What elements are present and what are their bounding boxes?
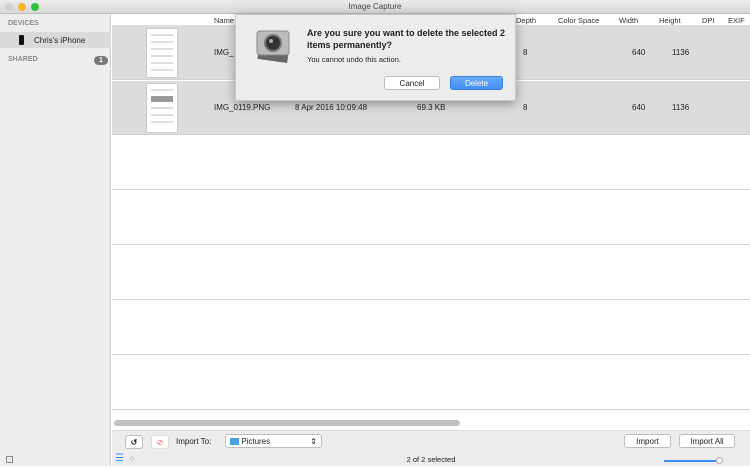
empty-row bbox=[112, 245, 750, 300]
minimize-button[interactable] bbox=[18, 3, 26, 11]
delete-confirm-dialog: Are you sure you want to delete the sele… bbox=[235, 14, 516, 101]
column-depth[interactable]: Depth bbox=[516, 16, 536, 25]
selection-status: 2 of 2 selected bbox=[406, 455, 456, 464]
sidebar-item-iphone[interactable]: Chris's iPhone bbox=[0, 32, 111, 48]
cell-depth: 8 bbox=[523, 48, 528, 57]
zoom-button[interactable] bbox=[31, 3, 39, 11]
empty-row bbox=[112, 136, 750, 190]
import-button[interactable]: Import bbox=[624, 434, 671, 448]
no-entry-icon: ⊘ bbox=[156, 438, 164, 447]
list-view-icon[interactable]: ☰ bbox=[115, 454, 124, 464]
empty-row bbox=[112, 355, 750, 410]
cell-size: 69.3 KB bbox=[417, 103, 446, 112]
delete-button[interactable]: ⊘ bbox=[151, 435, 169, 449]
chevron-updown-icon: ⇕ bbox=[310, 437, 317, 446]
title-bar: Image Capture bbox=[0, 0, 750, 14]
cell-name: IMG_ bbox=[214, 48, 234, 57]
thumbnail bbox=[146, 83, 178, 133]
thumbnail bbox=[146, 28, 178, 78]
destination-select[interactable]: Pictures ⇕ bbox=[225, 434, 322, 448]
shared-count-badge: 1 bbox=[94, 56, 108, 65]
dialog-message: You cannot undo this action. bbox=[307, 55, 401, 64]
import-to-label: Import To: bbox=[176, 437, 212, 446]
bottom-toolbar: ↺ ⊘ Import To: Pictures ⇕ Import Import … bbox=[112, 430, 750, 452]
status-bar: ☰ ⁘ 2 of 2 selected bbox=[112, 452, 750, 466]
slider-knob[interactable] bbox=[716, 457, 723, 464]
cell-height: 1136 bbox=[672, 48, 690, 57]
shared-header: SHARED bbox=[8, 56, 38, 63]
column-color-space[interactable]: Color Space bbox=[558, 16, 599, 25]
folder-icon bbox=[230, 438, 239, 445]
cell-height: 1136 bbox=[672, 103, 690, 112]
column-height[interactable]: Height bbox=[659, 16, 681, 25]
devices-header: DEVICES bbox=[8, 20, 39, 27]
device-label: Chris's iPhone bbox=[34, 36, 86, 45]
cell-name: IMG_0119.PNG bbox=[214, 103, 271, 112]
cell-width: 640 bbox=[632, 48, 646, 57]
grid-view-icon[interactable]: ⁘ bbox=[128, 454, 136, 464]
cell-date: 8 Apr 2016 10:09:48 bbox=[295, 103, 368, 112]
sidebar: DEVICES Chris's iPhone SHARED 1 bbox=[0, 14, 111, 466]
device-info-icon[interactable] bbox=[6, 456, 13, 463]
empty-row bbox=[112, 300, 750, 355]
rotate-icon: ↺ bbox=[130, 438, 138, 447]
import-all-button[interactable]: Import All bbox=[679, 434, 735, 448]
close-button[interactable] bbox=[5, 3, 13, 11]
confirm-delete-button[interactable]: Delete bbox=[450, 76, 503, 90]
cancel-button[interactable]: Cancel bbox=[384, 76, 440, 90]
horizontal-scrollbar[interactable] bbox=[114, 420, 460, 426]
window-title: Image Capture bbox=[348, 2, 402, 11]
column-exif[interactable]: EXIF bbox=[728, 16, 745, 25]
iphone-icon bbox=[19, 35, 24, 45]
thumbnail-size-slider[interactable] bbox=[664, 460, 721, 462]
cell-depth: 8 bbox=[523, 103, 528, 112]
column-dpi[interactable]: DPI bbox=[702, 16, 715, 25]
cell-width: 640 bbox=[632, 103, 646, 112]
destination-value: Pictures bbox=[241, 437, 271, 446]
column-width[interactable]: Width bbox=[619, 16, 638, 25]
dialog-title: Are you sure you want to delete the sele… bbox=[307, 28, 506, 50]
rotate-button[interactable]: ↺ bbox=[125, 435, 143, 449]
image-capture-app-icon bbox=[256, 30, 290, 64]
column-name[interactable]: Name bbox=[214, 16, 234, 25]
empty-row bbox=[112, 190, 750, 245]
